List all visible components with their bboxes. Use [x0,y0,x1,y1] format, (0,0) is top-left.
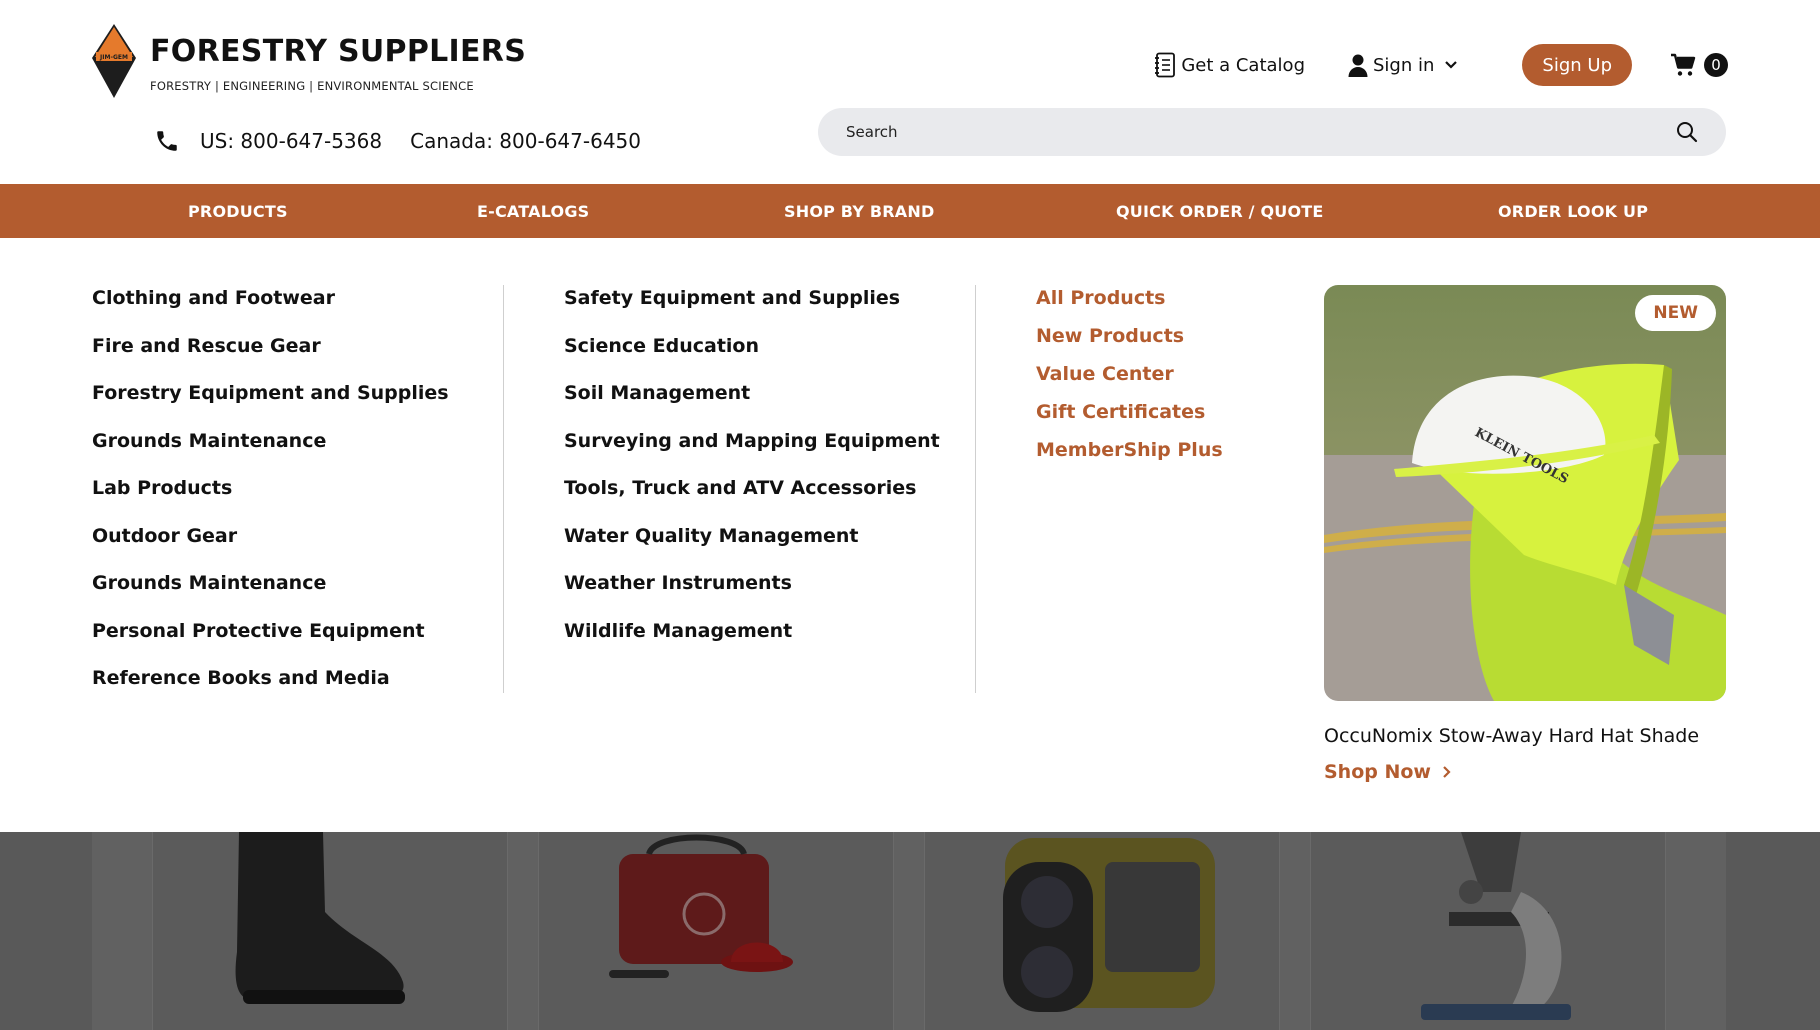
site-header: JIM-GEM FORESTRY SUPPLIERS FORESTRY | EN… [0,0,1820,184]
brand-tagline: FORESTRY | ENGINEERING | ENVIRONMENTAL S… [150,79,474,93]
column-divider [503,285,504,693]
category-link[interactable]: Weather Instruments [564,570,940,618]
featured-links-column: All Products New Products Value Center G… [1036,285,1223,475]
user-icon [1348,54,1368,77]
cart-count-badge: 0 [1704,53,1728,77]
products-mega-menu: Clothing and Footwear Fire and Rescue Ge… [0,238,1820,832]
nav-order-look-up[interactable]: ORDER LOOK UP [1498,184,1648,238]
fire-bag-image [609,834,793,978]
nav-e-catalogs[interactable]: E-CATALOGS [477,184,589,238]
search-bar [818,108,1726,156]
boot-image [235,832,405,1004]
logo-text: JIM-GEM [99,54,128,61]
category-link[interactable]: Forestry Equipment and Supplies [92,380,449,428]
featured-link[interactable]: All Products [1036,285,1223,323]
product-card [538,832,894,1030]
brand-name: FORESTRY SUPPLIERS [150,34,527,69]
category-link[interactable]: Soil Management [564,380,940,428]
main-nav: PRODUCTS E-CATALOGS SHOP BY BRAND QUICK … [0,184,1820,238]
category-link[interactable]: Water Quality Management [564,523,940,571]
category-link[interactable]: Grounds Maintenance [92,428,449,476]
page-overlay[interactable] [0,832,1820,1030]
category-link[interactable]: Reference Books and Media [92,665,449,713]
nav-products[interactable]: PRODUCTS [188,184,288,238]
category-link[interactable]: Safety Equipment and Supplies [564,285,940,333]
promo-title[interactable]: OccuNomix Stow-Away Hard Hat Shade [1324,725,1726,747]
logo-mark-icon: JIM-GEM [92,24,136,98]
column-divider [975,285,976,693]
category-link[interactable]: Surveying and Mapping Equipment [564,428,940,476]
chevron-down-icon [1445,61,1458,69]
get-catalog-link[interactable]: Get a Catalog [1153,52,1305,78]
category-link[interactable]: Outdoor Gear [92,523,449,571]
product-card [924,832,1280,1030]
product-card [152,832,508,1030]
promo-card: KLEIN TOOLS NEW OccuNomix Stow-Away Hard… [1324,285,1726,783]
product-carousel [92,832,1726,1030]
category-link[interactable]: Tools, Truck and ATV Accessories [564,475,940,523]
sign-up-button[interactable]: Sign Up [1522,44,1632,86]
cart-button[interactable]: 0 [1670,53,1728,77]
shop-now-link[interactable]: Shop Now [1324,761,1726,783]
cart-icon [1671,53,1696,76]
product-card [1310,832,1666,1030]
sign-in-dropdown[interactable]: Sign in [1347,53,1466,77]
microscope-image [1421,832,1571,1020]
featured-link[interactable]: MemberShip Plus [1036,437,1223,475]
account-links: Get a Catalog Sign in Sign Up 0 [1153,44,1728,86]
category-column-1: Clothing and Footwear Fire and Rescue Ge… [92,285,449,713]
phone-numbers: US: 800-647-5368 Canada: 800-647-6450 [154,128,641,154]
shop-now-label: Shop Now [1324,761,1431,783]
search-input[interactable] [846,123,1676,141]
new-badge: NEW [1635,295,1716,331]
featured-link[interactable]: Value Center [1036,361,1223,399]
get-catalog-label: Get a Catalog [1181,54,1305,76]
category-link[interactable]: Wildlife Management [564,618,940,666]
rangefinder-image [1003,838,1215,1012]
category-column-2: Safety Equipment and Supplies Science Ed… [564,285,940,665]
category-link[interactable]: Clothing and Footwear [92,285,449,333]
category-link[interactable]: Fire and Rescue Gear [92,333,449,381]
chevron-right-icon [1443,766,1451,778]
nav-shop-by-brand[interactable]: SHOP BY BRAND [784,184,934,238]
promo-image[interactable]: KLEIN TOOLS NEW [1324,285,1726,701]
category-link[interactable]: Lab Products [92,475,449,523]
category-link[interactable]: Grounds Maintenance [92,570,449,618]
nav-quick-order[interactable]: QUICK ORDER / QUOTE [1116,184,1324,238]
category-link[interactable]: Science Education [564,333,940,381]
featured-link[interactable]: Gift Certificates [1036,399,1223,437]
phone-us[interactable]: US: 800-647-5368 [200,129,382,153]
logo[interactable]: JIM-GEM FORESTRY SUPPLIERS FORESTRY | EN… [92,24,526,98]
featured-link[interactable]: New Products [1036,323,1223,361]
catalog-icon [1155,52,1176,78]
promo-photo: KLEIN TOOLS [1324,285,1726,701]
category-link[interactable]: Personal Protective Equipment [92,618,449,666]
phone-canada[interactable]: Canada: 800-647-6450 [410,129,641,153]
search-icon[interactable] [1676,121,1698,143]
phone-icon [157,131,177,151]
sign-in-label: Sign in [1373,54,1435,76]
